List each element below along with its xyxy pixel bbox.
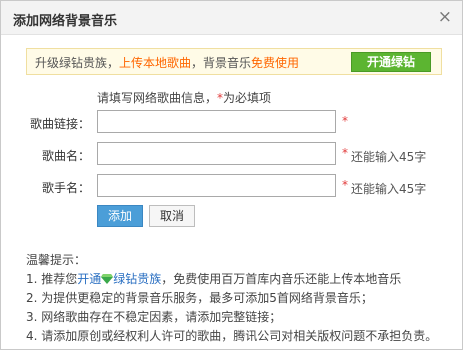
dialog-titlebar: 添加网络背景音乐 × (1, 1, 462, 35)
song-name-input[interactable] (97, 142, 336, 165)
open-link[interactable]: 开通 (77, 272, 101, 286)
open-green-diamond-button[interactable]: 开通绿钻 (351, 52, 431, 72)
singer-name-label: 歌手名： (41, 181, 90, 195)
singer-name-remaining-count: 还能输入45字 (351, 182, 427, 196)
tips-line-1: 1. 推荐您开通 绿钻贵族，免费使用百万首库内音乐还能上传本地音乐 (26, 270, 437, 289)
promo-text-part: ，背景音乐 (191, 56, 252, 70)
tips-line-3: 3. 网络歌曲存在不稳定因素，请添加完整链接； (26, 310, 282, 324)
song-link-input[interactable] (97, 110, 336, 133)
tips-section: 温馨提示： 1. 推荐您开通 绿钻贵族，免费使用百万首库内音乐还能上传本地音乐 2… (26, 251, 437, 346)
green-diamond-noble-link[interactable]: 绿钻贵族 (113, 272, 161, 286)
add-background-music-dialog: 添加网络背景音乐 × 升级绿钻贵族，上传本地歌曲，背景音乐免费使用 开通绿钻 请… (0, 0, 463, 350)
promo-text-part: 升级绿钻贵族， (35, 56, 120, 70)
cancel-button[interactable]: 取消 (149, 205, 195, 227)
green-diamond-icon (101, 274, 114, 284)
tips-line-2: 2. 为提供更稳定的背景音乐服务，最多可添加5首网络背景音乐； (26, 291, 373, 305)
song-name-remaining-count: 还能输入45字 (351, 150, 427, 164)
promo-free-use-text: 免费使用 (251, 56, 300, 70)
song-name-required-mark: * (342, 146, 348, 160)
singer-name-required-mark: * (342, 178, 348, 192)
tips-line-1-text: 1. 推荐您 (26, 272, 78, 286)
form-hint-text: 请填写网络歌曲信息， (97, 91, 218, 105)
song-link-label: 歌曲链接： (29, 117, 90, 131)
tips-line-1-text: ，免费使用百万首库内音乐还能上传本地音乐 (161, 272, 402, 286)
add-button[interactable]: 添加 (97, 205, 143, 227)
green-diamond-promo-banner: 升级绿钻贵族，上传本地歌曲，背景音乐免费使用 开通绿钻 (26, 48, 442, 75)
dialog-title: 添加网络背景音乐 (13, 14, 118, 29)
tips-line-4: 4. 请添加原创或经权利人许可的歌曲，腾讯公司对相关版权问题不承担负责。 (26, 329, 438, 343)
promo-upload-local-songs-text: 上传本地歌曲 (119, 56, 192, 70)
tips-heading: 温馨提示： (26, 253, 87, 267)
promo-text: 升级绿钻贵族，上传本地歌曲，背景音乐免费使用 (35, 54, 299, 71)
song-link-required-mark: * (342, 114, 348, 128)
singer-name-input[interactable] (97, 174, 336, 197)
form-hint-text: 为必填项 (223, 91, 272, 105)
form-hint: 请填写网络歌曲信息，*为必填项 (97, 89, 271, 106)
song-name-label: 歌曲名： (41, 149, 90, 163)
close-icon[interactable]: × (438, 8, 452, 26)
